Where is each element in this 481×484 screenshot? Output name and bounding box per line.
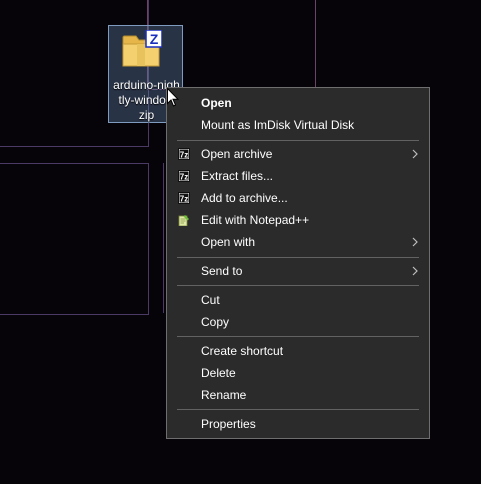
- menu-item-create-shortcut[interactable]: Create shortcut: [167, 340, 429, 362]
- menu-item-label: Properties: [201, 417, 256, 431]
- menu-item-edit-notepadpp[interactable]: Edit with Notepad++: [167, 209, 429, 231]
- menu-item-label: Send to: [201, 264, 243, 278]
- chevron-right-icon: [412, 237, 418, 247]
- chevron-right-icon: [412, 266, 418, 276]
- menu-item-label: Mount as ImDisk Virtual Disk: [201, 118, 355, 132]
- menu-item-properties[interactable]: Properties: [167, 413, 429, 435]
- menu-item-label: Edit with Notepad++: [201, 213, 310, 227]
- menu-item-open[interactable]: Open: [167, 92, 429, 114]
- menu-item-label: Open with: [201, 235, 256, 249]
- 7zip-icon: 7z: [178, 170, 190, 182]
- menu-item-extract-files[interactable]: 7z Extract files...: [167, 165, 429, 187]
- menu-item-label: Open: [201, 96, 232, 110]
- menu-item-label: Open archive: [201, 147, 273, 161]
- menu-item-label: Create shortcut: [201, 344, 284, 358]
- menu-item-cut[interactable]: Cut: [167, 289, 429, 311]
- svg-text:7z: 7z: [180, 173, 188, 182]
- menu-separator: [177, 409, 419, 410]
- mouse-cursor-icon: [167, 88, 179, 107]
- menu-separator: [177, 336, 419, 337]
- menu-item-mount-imdisk[interactable]: Mount as ImDisk Virtual Disk: [167, 114, 429, 136]
- menu-item-add-to-archive[interactable]: 7z Add to archive...: [167, 187, 429, 209]
- context-menu: Open Mount as ImDisk Virtual Disk 7z Ope…: [166, 87, 430, 439]
- menu-item-label: Extract files...: [201, 169, 274, 183]
- chevron-right-icon: [412, 149, 418, 159]
- svg-text:7z: 7z: [180, 151, 188, 160]
- menu-item-copy[interactable]: Copy: [167, 311, 429, 333]
- menu-separator: [177, 140, 419, 141]
- 7zip-icon: 7z: [178, 192, 190, 204]
- menu-item-label: Rename: [201, 388, 247, 402]
- zip-badge-letter: Z: [150, 31, 159, 47]
- menu-item-open-archive[interactable]: 7z Open archive: [167, 143, 429, 165]
- menu-item-label: Add to archive...: [201, 191, 288, 205]
- background-window-outline: [0, 163, 149, 315]
- menu-item-rename[interactable]: Rename: [167, 384, 429, 406]
- menu-item-send-to[interactable]: Send to: [167, 260, 429, 282]
- zip-folder-icon: Z: [122, 30, 162, 67]
- menu-item-delete[interactable]: Delete: [167, 362, 429, 384]
- menu-item-label: Copy: [201, 315, 230, 329]
- notepadpp-icon: [178, 215, 189, 226]
- menu-separator: [177, 285, 419, 286]
- desktop: Z arduino-nigh tly-window zip Open Mount…: [0, 0, 481, 484]
- menu-item-label: Delete: [201, 366, 236, 380]
- menu-item-label: Cut: [201, 293, 220, 307]
- menu-item-open-with[interactable]: Open with: [167, 231, 429, 253]
- 7zip-icon: 7z: [178, 148, 190, 160]
- svg-text:7z: 7z: [180, 195, 188, 204]
- menu-separator: [177, 257, 419, 258]
